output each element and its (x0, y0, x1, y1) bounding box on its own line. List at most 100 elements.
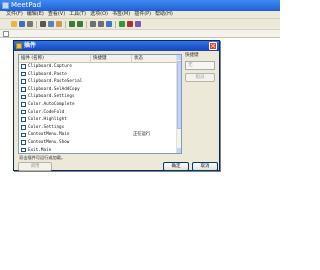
print-icon[interactable] (27, 21, 33, 27)
copy-icon[interactable] (48, 21, 54, 27)
list-item[interactable]: Clipboard.PasteSerial (19, 78, 177, 86)
list-body: Clipboard.Capture Clipboard.Paste Clipboar… (19, 63, 177, 153)
ok-button[interactable]: 确定 (163, 162, 189, 171)
open-folder-icon[interactable] (11, 21, 17, 27)
list-item[interactable]: ContextMenu.Main 正在运行 (19, 131, 177, 139)
hint-text: 双击插件可运行或加载。 (19, 155, 66, 160)
checkbox[interactable] (21, 147, 26, 153)
toolbar-separator (36, 20, 37, 28)
toolbar-separator (86, 20, 87, 28)
app-window: MeetPad 文件(F) 编辑(E) 查看(V) 工具(T) 选项(O) 书签(M) 插件… (0, 0, 280, 270)
find-icon[interactable] (90, 21, 96, 27)
checkbox[interactable] (21, 71, 26, 77)
vertical-scrollbar[interactable] (176, 55, 181, 153)
checkbox[interactable] (21, 87, 26, 92)
document-tab[interactable] (3, 31, 9, 37)
scroll-up-icon[interactable] (177, 55, 181, 60)
plugin-status (133, 139, 177, 147)
list-item[interactable]: Clipboard.Capture (19, 63, 177, 71)
undo-icon[interactable] (69, 21, 75, 27)
scroll-down-icon[interactable] (177, 148, 181, 153)
scroll-thumb[interactable] (177, 61, 181, 129)
menu-item[interactable]: 查看(V) (48, 11, 65, 18)
plugin-name: ContextMenu.Show (28, 139, 70, 145)
list-item[interactable]: Exit.Main (19, 147, 177, 153)
plugin-status (133, 78, 177, 86)
window-title-bar[interactable]: MeetPad (0, 0, 280, 11)
paste-icon[interactable] (56, 21, 62, 27)
save-icon[interactable] (19, 21, 25, 27)
plugin-shortcut (92, 109, 132, 117)
checkbox[interactable] (21, 94, 26, 100)
list-item[interactable]: Color.Settings (19, 124, 177, 132)
plugin-status: 正在运行 (133, 132, 151, 138)
run-button[interactable]: 调用 (18, 162, 52, 171)
plugin-shortcut (92, 78, 132, 86)
stop-icon[interactable] (127, 21, 133, 27)
plugin-status (133, 101, 177, 109)
plugin-status (133, 109, 177, 117)
list-header: 插件 (名称) 快捷键 状态 (19, 55, 177, 63)
list-item[interactable]: Color.AutoComplete (19, 101, 177, 109)
close-icon[interactable]: × (209, 42, 217, 50)
toolbar (0, 19, 280, 29)
replace-icon[interactable] (98, 21, 104, 27)
checkbox[interactable] (21, 132, 26, 138)
plugin-icon[interactable] (135, 21, 141, 27)
window-title: MeetPad (11, 1, 42, 9)
column-header-shortcut[interactable]: 快捷键 (91, 55, 132, 63)
checkbox[interactable] (21, 79, 26, 84)
plugin-status (133, 124, 177, 132)
menu-item[interactable]: 书签(M) (112, 11, 130, 18)
checkbox[interactable] (21, 140, 26, 145)
plugin-shortcut (92, 86, 132, 94)
list-item[interactable]: Clipboard.Settings (19, 93, 177, 101)
plugin-name: Clipboard.Settings (28, 94, 75, 100)
redo-icon[interactable] (77, 21, 83, 27)
menu-bar: 文件(F) 编辑(E) 查看(V) 工具(T) 选项(O) 书签(M) 插件(P) 帮助(H) (0, 11, 280, 19)
plugin-status (133, 71, 177, 79)
list-item[interactable]: Color.CodeFold (19, 109, 177, 117)
plugin-name: Clipboard.SelAddCopy (28, 86, 80, 92)
toolbar-separator (65, 20, 66, 28)
plugin-name: Clipboard.Capture (28, 64, 72, 69)
list-item[interactable]: ContextMenu.Show (19, 139, 177, 147)
menu-item[interactable]: 工具(T) (69, 11, 86, 18)
checkbox[interactable] (21, 117, 26, 122)
menu-item[interactable]: 插件(P) (134, 11, 151, 18)
bookmark-icon[interactable] (106, 21, 112, 27)
menu-item[interactable]: 编辑(E) (27, 11, 44, 18)
menu-item[interactable]: 帮助(H) (155, 11, 173, 18)
checkbox[interactable] (21, 64, 26, 69)
plugin-name: Exit.Main (28, 147, 52, 153)
shortcut-field[interactable]: 无 (185, 61, 215, 70)
checkbox[interactable] (21, 102, 26, 107)
menu-item[interactable]: 选项(O) (90, 11, 108, 18)
plugins-dialog: 插件 × 插件 (名称) 快捷键 状态 Clipboard.Capture Cli… (13, 40, 220, 171)
plugin-name: Color.CodeFold (28, 109, 65, 115)
plugin-name: Clipboard.PasteSerial (28, 79, 83, 85)
checkbox[interactable] (21, 125, 26, 130)
cut-icon[interactable] (40, 21, 46, 27)
list-item[interactable]: Clipboard.Paste (19, 71, 177, 79)
plugin-name: ContextMenu.Main (28, 132, 70, 138)
dialog-title-bar[interactable]: 插件 × (14, 41, 219, 51)
plugin-shortcut (92, 124, 132, 132)
assign-button[interactable]: 指派 (185, 73, 215, 82)
menu-item[interactable]: 文件(F) (6, 11, 23, 18)
checkbox[interactable] (21, 109, 26, 115)
plugin-name: Color.Settings (28, 124, 65, 130)
column-header-name[interactable]: 插件 (名称) (19, 55, 91, 63)
list-item[interactable]: Color.Highlight (19, 116, 177, 124)
plugin-list[interactable]: 插件 (名称) 快捷键 状态 Clipboard.Capture Clipboar… (18, 54, 182, 154)
shortcut-label: 快捷键 (185, 53, 199, 58)
column-header-status[interactable]: 状态 (132, 55, 177, 63)
plugin-shortcut (92, 131, 132, 139)
plugin-status (133, 93, 177, 101)
cancel-button[interactable]: 取消 (192, 162, 218, 171)
dialog-title: 插件 (24, 42, 37, 49)
play-icon[interactable] (119, 21, 125, 27)
new-file-icon[interactable] (3, 21, 9, 27)
plugin-status (133, 147, 177, 153)
list-item[interactable]: Clipboard.SelAddCopy (19, 86, 177, 94)
